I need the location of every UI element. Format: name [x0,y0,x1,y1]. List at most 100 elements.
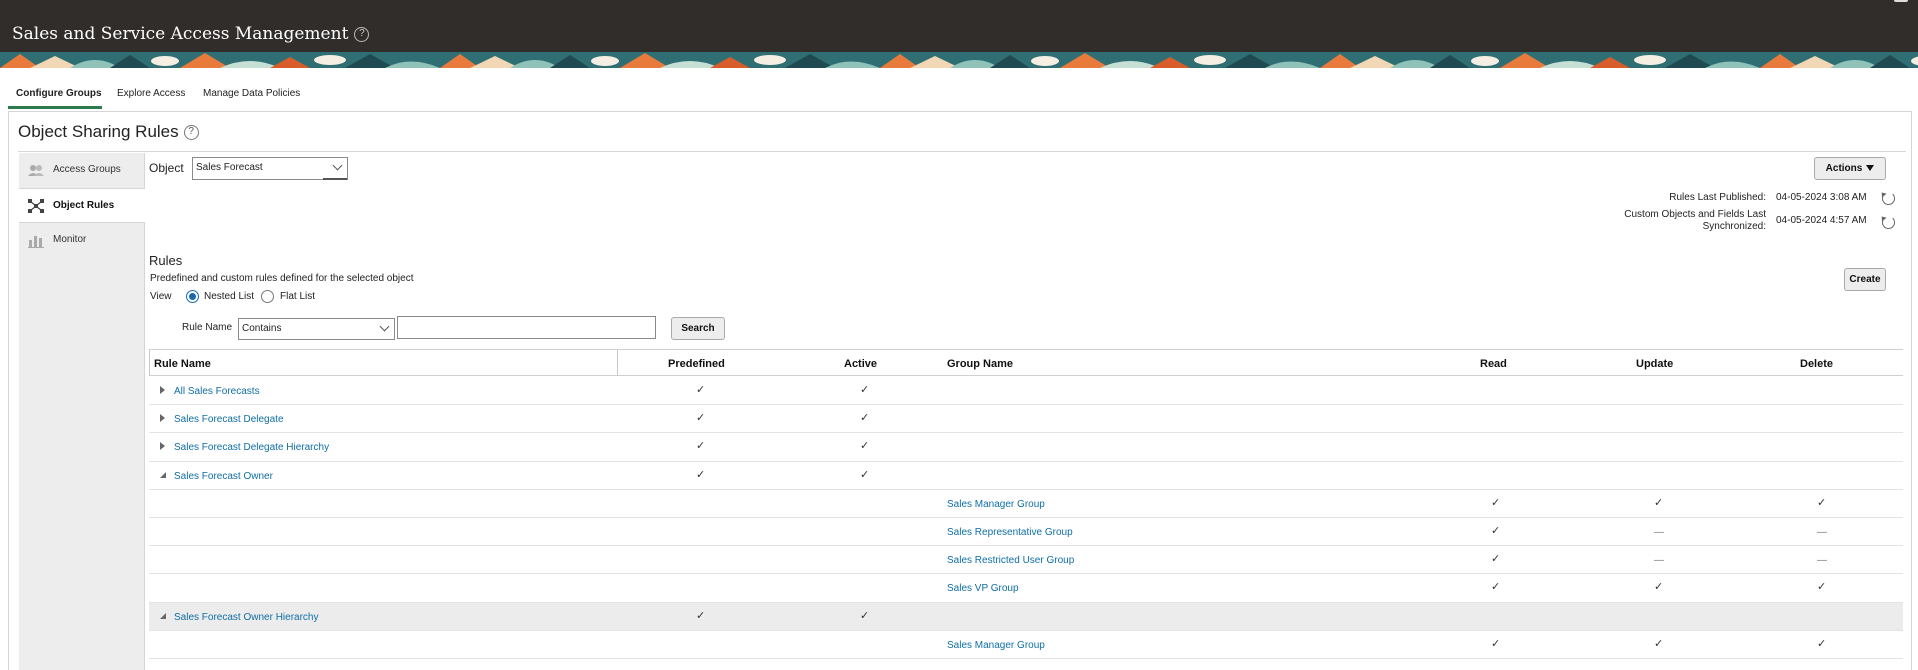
expand-icon[interactable] [160,442,165,451]
group-name-link[interactable]: Sales VP Group [947,583,1019,594]
update-check-icon: ✓ [1654,581,1664,594]
read-check-icon: ✓ [1491,581,1501,594]
rule-name-link[interactable]: Sales Forecast Owner Hierarchy [174,612,319,623]
rule-row: Sales Forecast Delegate ✓ ✓ [149,405,1903,434]
object-label: Object [149,161,184,175]
actions-label: Actions [1825,163,1863,174]
sidenav-label: Object Rules [53,200,115,211]
published-value: 04-05-2024 3:08 AM [1776,192,1867,203]
update-check-icon: ✓ [1654,496,1664,509]
col-delete[interactable]: Delete [1800,358,1833,370]
rule-name-link[interactable]: Sales Forecast Owner [174,471,273,482]
view-label: View [150,291,172,302]
page-title: Object Sharing Rules? [18,122,199,142]
header-banner-decoration [0,52,1918,68]
update-check-icon: ✓ [1654,637,1664,650]
col-update[interactable]: Update [1636,358,1673,370]
expand-icon[interactable] [160,414,165,423]
rule-name-input[interactable] [397,316,656,339]
active-check-icon: ✓ [860,384,870,396]
group-row: Sales VP Group ✓ ✓ ✓ [149,574,1903,603]
read-check-icon: ✓ [1491,496,1501,509]
refresh-icon[interactable] [1882,216,1895,229]
sidenav-item-object-rules[interactable]: Object Rules [19,188,145,223]
sidenav-item-access-groups[interactable]: Access Groups [19,153,145,188]
rules-description: Predefined and custom rules defined for … [150,273,414,284]
predefined-check-icon: ✓ [696,412,706,425]
column-divider [617,350,618,376]
collapse-icon[interactable] [160,471,166,478]
group-name-link[interactable]: Sales Manager Group [947,640,1045,651]
group-name-link[interactable]: Sales Restricted User Group [947,555,1074,566]
tab-manage-data-policies[interactable]: Manage Data Policies [203,88,300,99]
side-nav: Access Groups Object Rules Monitor [19,153,145,670]
synchronized-label-line1: Custom Objects and Fields Last [1624,209,1766,220]
monitor-icon [28,236,44,248]
app-title: Sales and Service Access Management? [12,24,370,44]
synchronized-value: 04-05-2024 4:57 AM [1776,215,1867,226]
active-check-icon: ✓ [860,412,870,425]
delete-check-icon: ✓ [1817,581,1827,594]
create-button[interactable]: Create [1844,268,1886,291]
rule-row: Sales Forecast Owner ✓ ✓ [149,462,1903,490]
read-check-icon: ✓ [1491,553,1501,566]
search-button[interactable]: Search [671,317,725,340]
published-label: Rules Last Published: [1669,192,1766,203]
group-row: Sales Restricted User Group ✓ — — [149,546,1903,575]
read-check-icon: ✓ [1491,637,1501,650]
collapse-icon[interactable] [160,612,166,619]
group-row: Sales Representative Group ✓ — — [149,518,1903,547]
rules-heading: Rules [149,253,183,268]
active-check-icon: ✓ [860,609,870,622]
rule-row: Sales Forecast Delegate Hierarchy ✓ ✓ [149,433,1903,462]
chevron-down-icon [379,321,390,332]
help-icon[interactable]: ? [354,27,370,42]
app-header: Sales and Service Access Management? [0,0,1918,68]
col-group-name[interactable]: Group Name [947,358,1013,370]
app-title-text: Sales and Service Access Management [12,24,349,44]
update-dash-icon: — [1654,527,1664,538]
rule-name-link[interactable]: Sales Forecast Delegate [174,414,284,425]
delete-dash-icon: — [1817,555,1827,567]
actions-button[interactable]: Actions [1814,157,1886,180]
object-rules-icon [28,199,44,213]
predefined-check-icon: ✓ [696,468,706,481]
refresh-icon[interactable] [1882,192,1895,205]
flat-list-radio[interactable] [261,290,274,303]
page-help-icon[interactable]: ? [183,125,199,141]
col-predefined[interactable]: Predefined [668,358,725,370]
chevron-down-icon [332,160,343,171]
predefined-check-icon: ✓ [696,440,706,453]
rule-name-link[interactable]: Sales Forecast Delegate Hierarchy [174,442,329,453]
sidenav-item-monitor[interactable]: Monitor [19,223,145,258]
rule-name-operator-select[interactable]: Contains [238,318,395,340]
user-menu-icon[interactable] [1894,0,1908,2]
delete-check-icon: ✓ [1817,496,1827,509]
predefined-check-icon: ✓ [696,609,706,622]
col-rule-name[interactable]: Rule Name [154,358,211,370]
synchronized-label: Custom Objects and Fields Last Synchroni… [1624,209,1766,233]
tab-explore-access[interactable]: Explore Access [117,88,185,99]
expand-icon[interactable] [160,386,165,394]
sidenav-label: Access Groups [53,164,121,175]
object-select-value: Sales Forecast [196,162,263,173]
group-name-link[interactable]: Sales Representative Group [947,527,1073,538]
top-tabs: Configure Groups Explore Access Manage D… [0,82,1918,110]
table-header: Rule Name Predefined Active Group Name R… [149,349,1903,376]
object-select[interactable]: Sales Forecast [192,157,348,180]
col-active[interactable]: Active [844,358,877,370]
divider [18,151,1906,152]
synchronized-label-line2: Synchronized: [1702,221,1766,232]
col-read[interactable]: Read [1480,358,1507,370]
active-check-icon: ✓ [860,440,870,453]
predefined-check-icon: ✓ [696,384,706,396]
delete-dash-icon: — [1817,527,1827,538]
page-title-text: Object Sharing Rules [18,122,179,141]
nested-list-label: Nested List [204,291,255,302]
group-name-link[interactable]: Sales Manager Group [947,499,1045,510]
nested-list-radio[interactable] [186,290,199,303]
group-row: Sales Manager Group ✓ ✓ ✓ [149,631,1903,659]
rule-name-link[interactable]: All Sales Forecasts [174,386,260,397]
tab-configure-groups[interactable]: Configure Groups [16,88,102,99]
rule-row: Sales Forecast Owner Hierarchy ✓ ✓ [149,602,1903,631]
